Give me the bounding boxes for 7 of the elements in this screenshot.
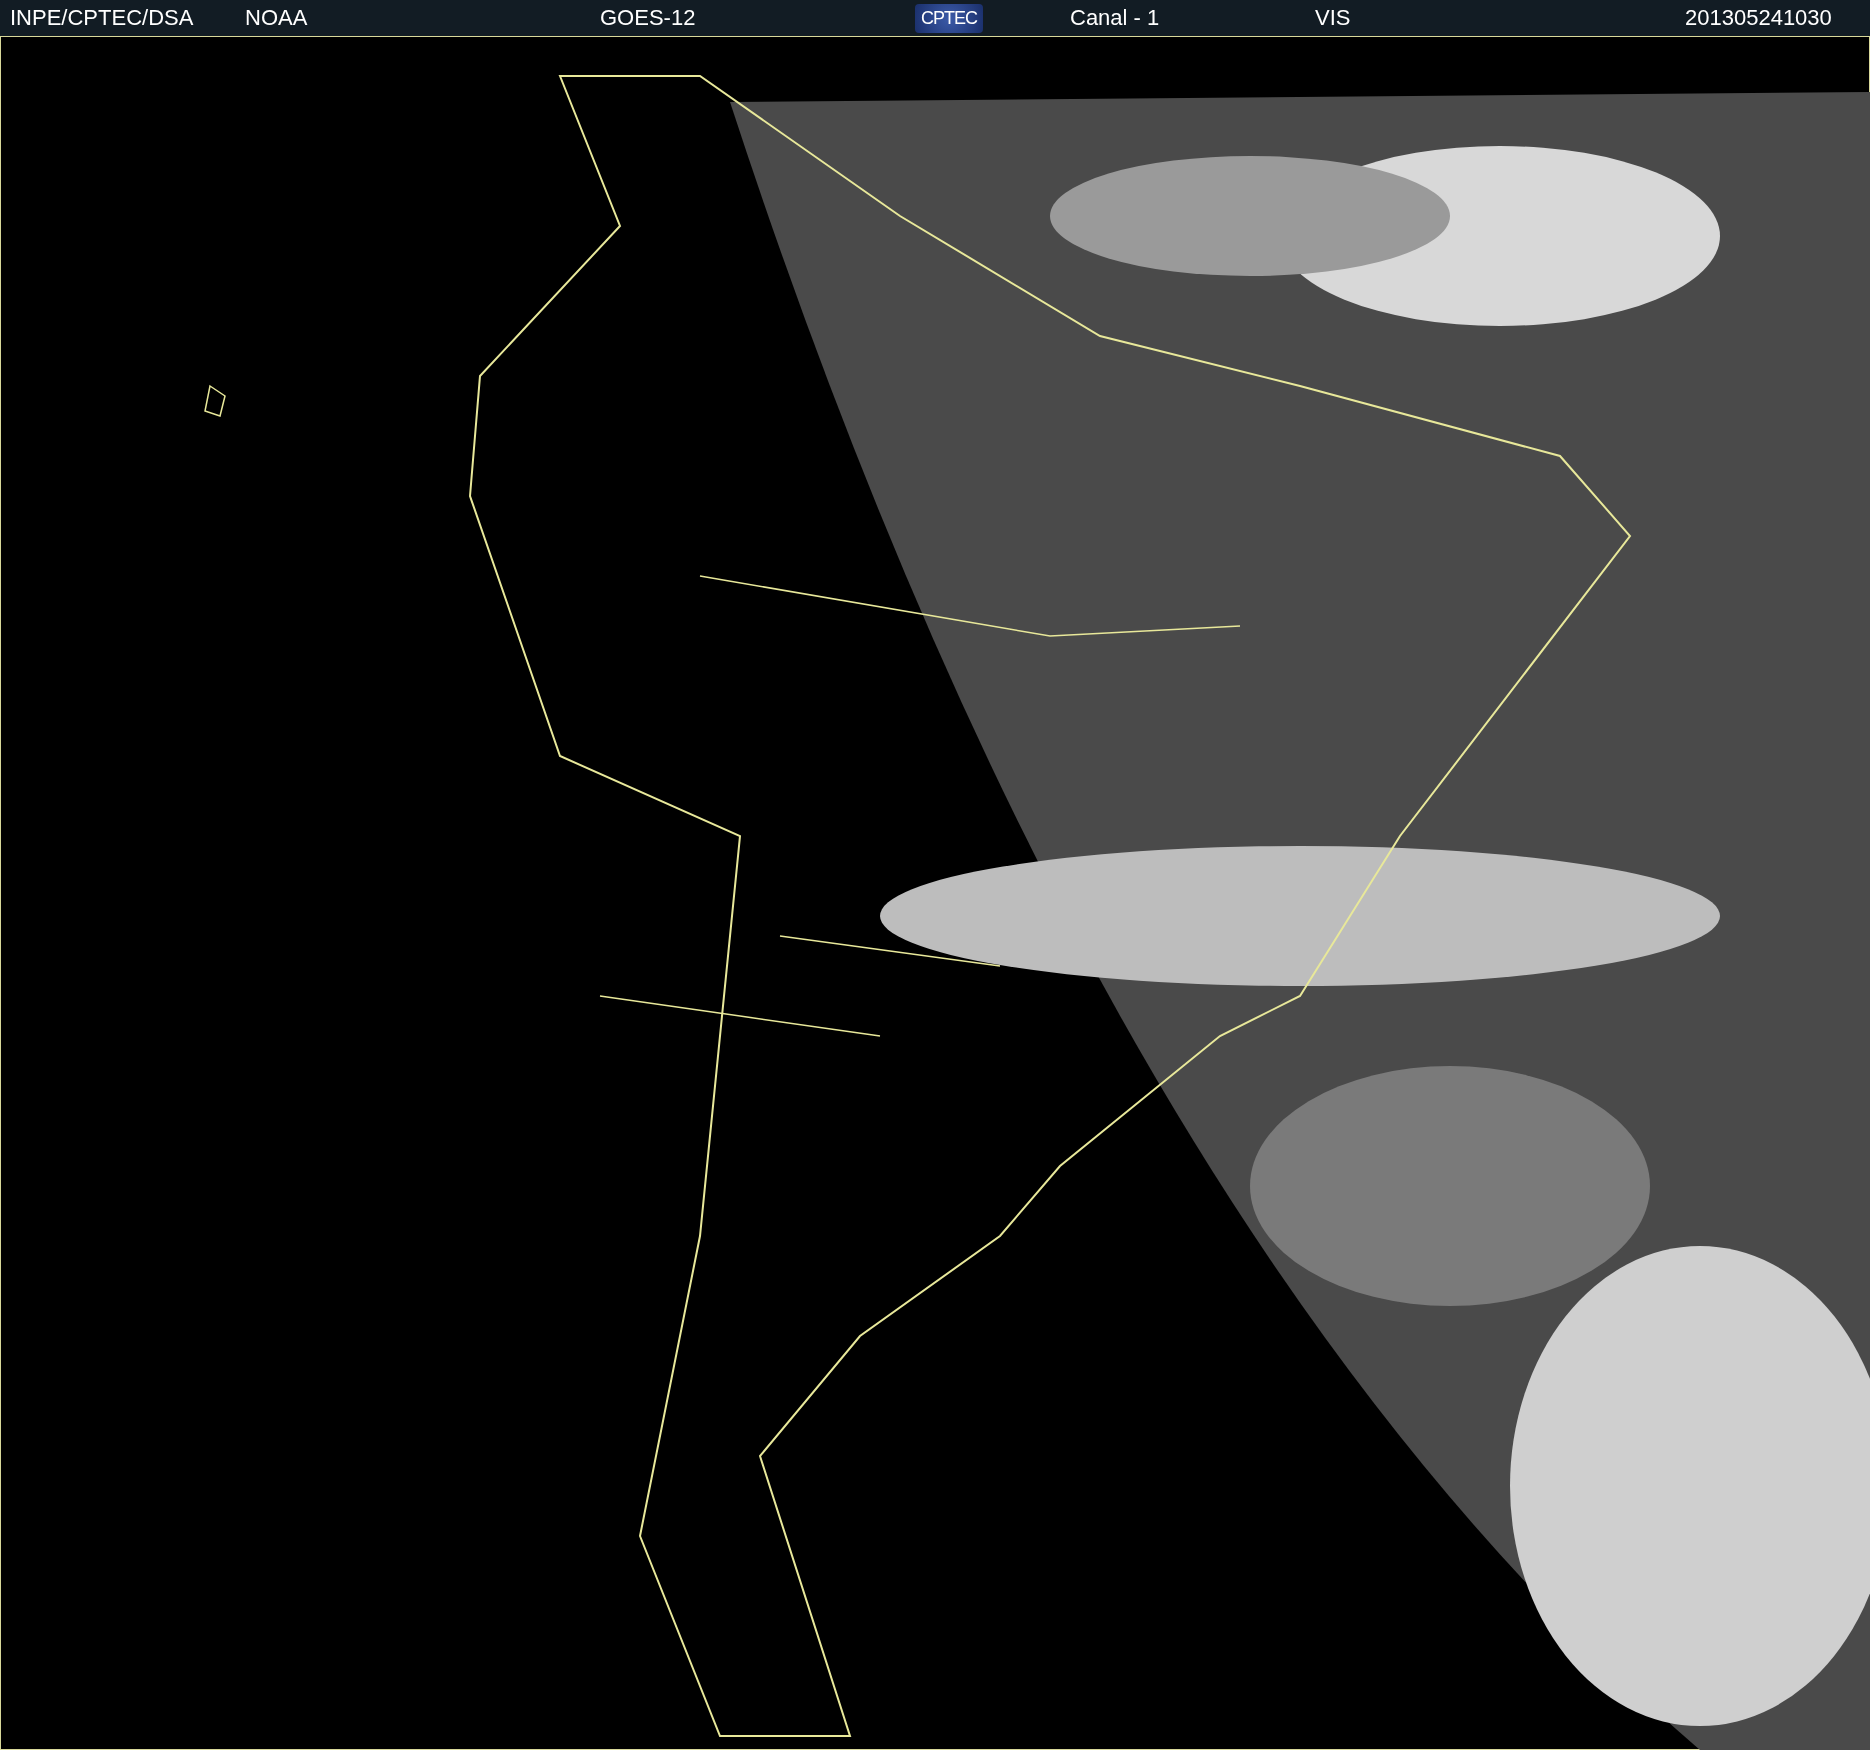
- header-label: VIS: [1315, 5, 1351, 31]
- header-label: INPE/CPTEC/DSA: [10, 5, 194, 31]
- logo: CPTEC: [915, 3, 983, 33]
- header-label: 201305241030: [1685, 5, 1832, 31]
- header-label: GOES-12: [600, 5, 696, 31]
- header-label: Canal - 1: [1070, 5, 1160, 31]
- header-label: NOAA: [245, 5, 308, 31]
